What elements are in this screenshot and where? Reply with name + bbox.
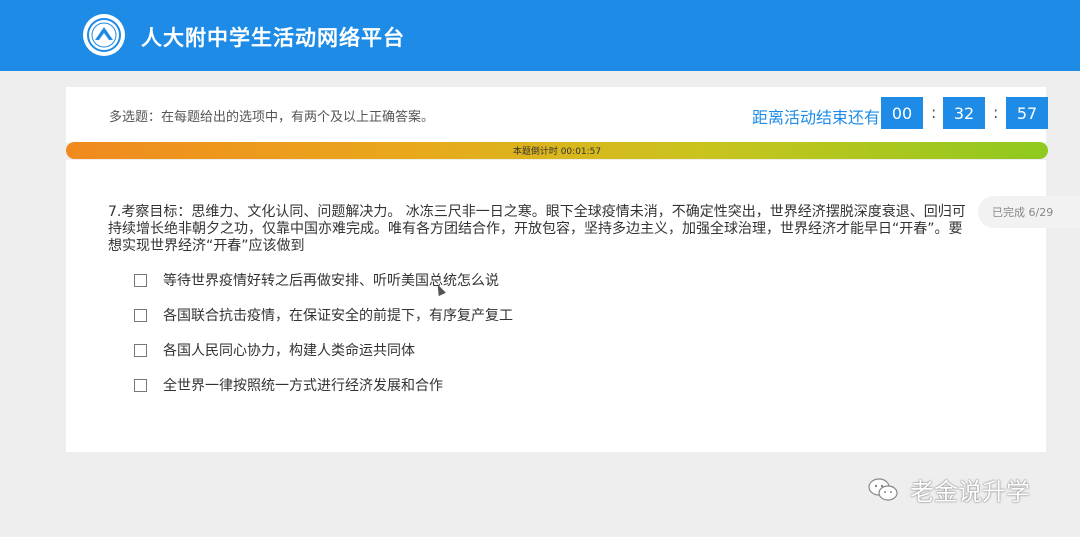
countdown-hours: 00 (881, 97, 923, 129)
countdown-seconds: 57 (1006, 97, 1048, 129)
option-checkbox[interactable] (134, 308, 147, 322)
option-label: 等待世界疫情好转之后再做安排、听听美国总统怎么说 (163, 273, 499, 289)
question-timer-bar: 本题倒计时 00:01:57 (66, 142, 1048, 159)
platform-title: 人大附中学生活动网络平台 (141, 26, 405, 50)
quiz-info-panel: 多选题：在每题给出的选项中，有两个及以上正确答案。 距离活动结束还有 00 : … (66, 87, 1048, 143)
option-label: 全世界一律按照统一方式进行经济发展和合作 (163, 378, 443, 394)
option-label: 各国联合抗击疫情，在保证安全的前提下，有序复产复工 (163, 308, 513, 324)
question-timer-text: 本题倒计时 00:01:57 (512, 147, 602, 157)
countdown-label: 距离活动结束还有 (752, 108, 881, 127)
watermark-text: 老金说升学 (910, 478, 1030, 506)
option-checkbox[interactable] (134, 273, 147, 287)
option-1[interactable]: 等待世界疫情好转之后再做安排、听听美国总统怎么说 (134, 270, 499, 290)
header-bar: 人大附中学生活动网络平台 (0, 0, 1080, 71)
option-label: 各国人民同心协力，构建人类命运共同体 (163, 343, 415, 359)
countdown-separator: : (931, 103, 937, 122)
countdown-separator: : (993, 103, 999, 122)
completion-progress-badge: 已完成 6/29 (978, 196, 1080, 228)
school-emblem-icon (83, 14, 125, 56)
option-2[interactable]: 各国联合抗击疫情，在保证安全的前提下，有序复产复工 (134, 305, 513, 325)
question-text: 7.考察目标：思维力、文化认同、问题解决力。 冰冻三尺非一日之寒。眼下全球疫情未… (108, 204, 966, 254)
watermark: 老金说升学 (868, 472, 1030, 507)
question-panel: 7.考察目标：思维力、文化认同、问题解决力。 冰冻三尺非一日之寒。眼下全球疫情未… (66, 160, 1046, 452)
option-4[interactable]: 全世界一律按照统一方式进行经济发展和合作 (134, 375, 443, 395)
wechat-icon (868, 477, 898, 503)
countdown-minutes: 32 (943, 97, 985, 129)
question-type-instruction: 多选题：在每题给出的选项中，有两个及以上正确答案。 (109, 110, 435, 125)
option-3[interactable]: 各国人民同心协力，构建人类命运共同体 (134, 340, 415, 360)
option-checkbox[interactable] (134, 343, 147, 357)
option-checkbox[interactable] (134, 378, 147, 392)
